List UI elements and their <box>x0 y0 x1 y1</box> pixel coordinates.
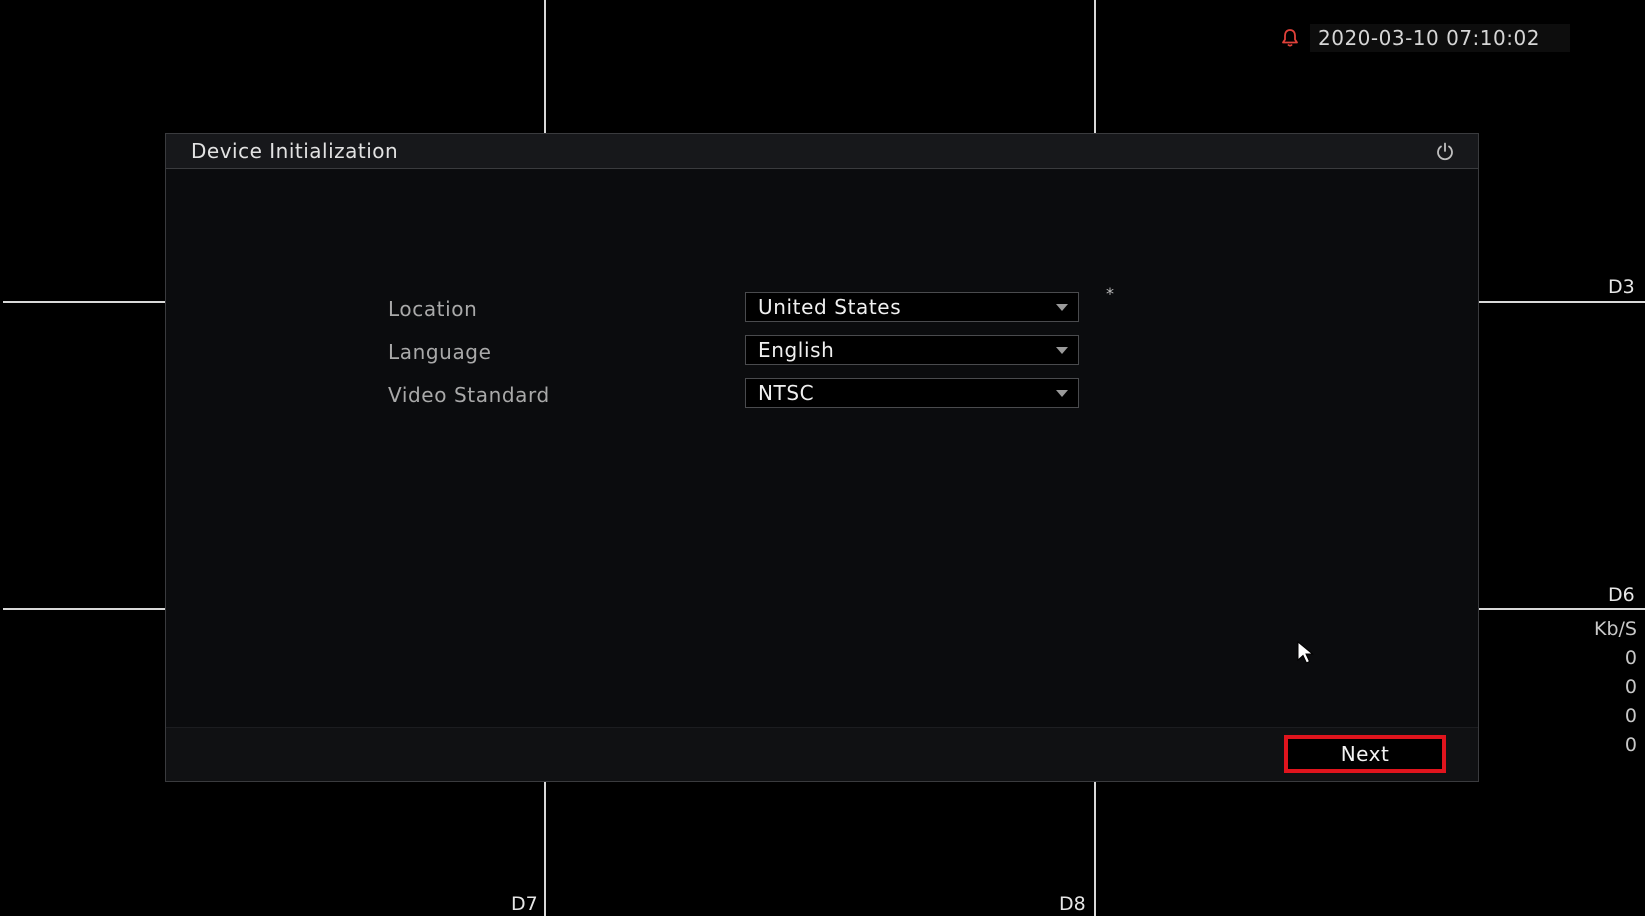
init-form: Location United States Language English … <box>388 289 1148 418</box>
location-value: United States <box>758 295 902 319</box>
nvr-screen: D3 D6 D7 D8 Kb/S 0 0 0 0 2020-03-10 07:1… <box>0 0 1645 916</box>
channel-label-d6: D6 <box>1608 584 1635 606</box>
chevron-down-icon <box>1056 390 1068 397</box>
bitrate-value: 0 <box>1624 676 1637 698</box>
video-standard-select[interactable]: NTSC <box>745 378 1079 408</box>
grid-line <box>3 608 165 610</box>
bitrate-unit: Kb/S <box>1594 618 1637 640</box>
language-value: English <box>758 338 835 362</box>
dialog-header: Device Initialization <box>166 134 1478 169</box>
video-standard-value: NTSC <box>758 381 815 405</box>
channel-label-d8: D8 <box>1059 893 1086 915</box>
grid-line <box>1094 782 1096 916</box>
bitrate-value: 0 <box>1624 647 1637 669</box>
power-icon[interactable] <box>1434 141 1456 163</box>
language-label: Language <box>388 340 492 364</box>
form-row-location: Location United States <box>388 289 1148 332</box>
dialog-footer: Next <box>166 727 1478 781</box>
grid-line <box>544 0 546 133</box>
status-clock: 2020-03-10 07:10:02 <box>1280 23 1570 53</box>
grid-line <box>544 782 546 916</box>
bell-icon[interactable] <box>1280 28 1300 48</box>
bitrate-panel: Kb/S 0 0 0 0 <box>1594 615 1637 760</box>
bitrate-value: 0 <box>1624 705 1637 727</box>
location-label: Location <box>388 297 478 321</box>
language-select[interactable]: English <box>745 335 1079 365</box>
grid-line <box>1479 608 1645 610</box>
grid-line <box>3 301 165 303</box>
bitrate-value: 0 <box>1624 734 1637 756</box>
chevron-down-icon <box>1056 304 1068 311</box>
location-select[interactable]: United States <box>745 292 1079 322</box>
grid-line <box>1479 301 1645 303</box>
device-initialization-dialog: Device Initialization Location United St… <box>165 133 1479 782</box>
channel-label-d7: D7 <box>511 893 538 915</box>
grid-line <box>1094 0 1096 133</box>
dialog-title: Device Initialization <box>191 139 399 163</box>
form-row-video-standard: Video Standard NTSC <box>388 375 1148 418</box>
required-mark: * <box>1106 284 1114 303</box>
form-row-language: Language English <box>388 332 1148 375</box>
mouse-cursor-icon <box>1297 640 1314 664</box>
channel-label-d3: D3 <box>1608 276 1635 298</box>
chevron-down-icon <box>1056 347 1068 354</box>
datetime-display: 2020-03-10 07:10:02 <box>1310 24 1570 52</box>
next-button[interactable]: Next <box>1284 735 1446 773</box>
video-standard-label: Video Standard <box>388 383 550 407</box>
